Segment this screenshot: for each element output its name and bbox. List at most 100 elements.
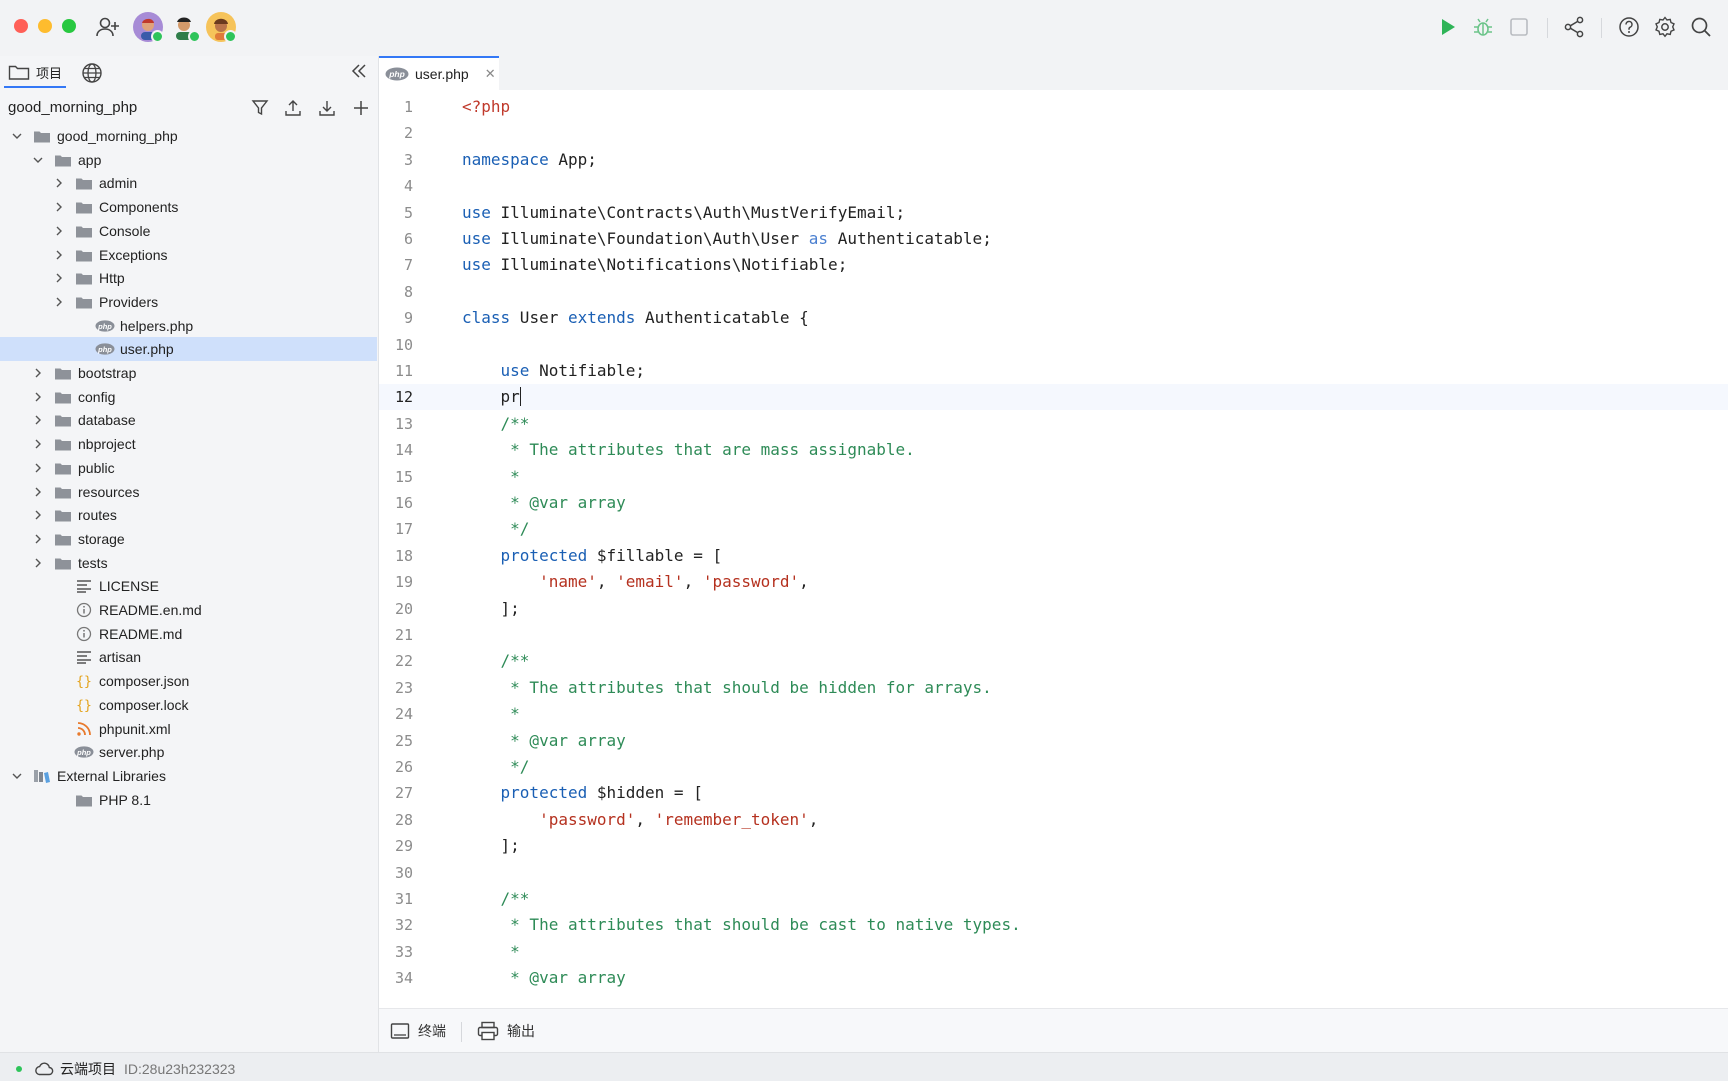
- code-line[interactable]: 19 'name', 'email', 'password',: [379, 569, 1728, 595]
- upload-icon[interactable]: [281, 96, 305, 120]
- close-tab-icon[interactable]: ✕: [485, 66, 496, 82]
- code-line[interactable]: 26 */: [379, 754, 1728, 780]
- code-line[interactable]: 1 <?php: [379, 94, 1728, 120]
- collapse-sidebar-icon[interactable]: [350, 62, 368, 85]
- chevron-right-icon[interactable]: [31, 485, 45, 499]
- tree-item[interactable]: Providers: [0, 290, 377, 314]
- add-user-icon[interactable]: [95, 14, 121, 40]
- tree-item[interactable]: config: [0, 385, 377, 409]
- code-line[interactable]: 18 protected $fillable = [: [379, 543, 1728, 569]
- code-line[interactable]: 28 'password', 'remember_token',: [379, 807, 1728, 833]
- chevron-right-icon[interactable]: [52, 176, 66, 190]
- code-line[interactable]: 8: [379, 279, 1728, 305]
- tree-item[interactable]: Console: [0, 219, 377, 243]
- chevron-right-icon[interactable]: [52, 295, 66, 309]
- tree-item[interactable]: public: [0, 456, 377, 480]
- code-line[interactable]: 23 * The attributes that should be hidde…: [379, 675, 1728, 701]
- code-line[interactable]: 3 namespace App;: [379, 147, 1728, 173]
- close-window-button[interactable]: [14, 19, 28, 33]
- code-line[interactable]: 20 ];: [379, 596, 1728, 622]
- tree-item[interactable]: External Libraries: [0, 764, 377, 788]
- code-line[interactable]: 10: [379, 332, 1728, 358]
- chevron-right-icon[interactable]: [52, 200, 66, 214]
- tree-item[interactable]: LICENSE: [0, 574, 377, 598]
- terminal-button[interactable]: 终端: [390, 1021, 446, 1041]
- chevron-right-icon[interactable]: [31, 461, 45, 475]
- code-line[interactable]: 5 use Illuminate\Contracts\Auth\MustVerif…: [379, 200, 1728, 226]
- tree-item[interactable]: artisan: [0, 645, 377, 669]
- tree-item[interactable]: database: [0, 408, 377, 432]
- code-line[interactable]: 29 ];: [379, 833, 1728, 859]
- code-line[interactable]: 25 * @var array: [379, 728, 1728, 754]
- tree-item[interactable]: README.en.md: [0, 598, 377, 622]
- chevron-down-icon[interactable]: [10, 129, 24, 143]
- help-icon[interactable]: [1616, 14, 1642, 40]
- stop-icon[interactable]: [1506, 14, 1532, 40]
- code-line[interactable]: 2: [379, 120, 1728, 146]
- code-line[interactable]: 34 * @var array: [379, 965, 1728, 991]
- chevron-right-icon[interactable]: [52, 224, 66, 238]
- code-line[interactable]: 16 * @var array: [379, 490, 1728, 516]
- globe-icon[interactable]: [81, 62, 103, 89]
- code-line[interactable]: 27 protected $hidden = [: [379, 780, 1728, 806]
- chevron-right-icon[interactable]: [31, 390, 45, 404]
- minimize-window-button[interactable]: [38, 19, 52, 33]
- collaborator-avatar[interactable]: [206, 12, 237, 43]
- debug-icon[interactable]: [1470, 14, 1496, 40]
- chevron-right-icon[interactable]: [31, 437, 45, 451]
- tree-item[interactable]: Exceptions: [0, 243, 377, 267]
- tab-project[interactable]: 项目: [4, 58, 66, 88]
- tree-item[interactable]: good_morning_php: [0, 124, 377, 148]
- tree-item[interactable]: php server.php: [0, 740, 377, 764]
- code-line[interactable]: 4: [379, 173, 1728, 199]
- code-line[interactable]: 15 *: [379, 464, 1728, 490]
- tree-item[interactable]: app: [0, 148, 377, 172]
- chevron-down-icon[interactable]: [31, 153, 45, 167]
- search-icon[interactable]: [1688, 14, 1714, 40]
- tree-item[interactable]: admin: [0, 171, 377, 195]
- tree-item[interactable]: Components: [0, 195, 377, 219]
- chevron-right-icon[interactable]: [31, 508, 45, 522]
- chevron-right-icon[interactable]: [31, 413, 45, 427]
- code-line[interactable]: 32 * The attributes that should be cast …: [379, 912, 1728, 938]
- download-icon[interactable]: [315, 96, 339, 120]
- tree-item[interactable]: php helpers.php: [0, 314, 377, 338]
- run-icon[interactable]: [1435, 14, 1461, 40]
- add-file-icon[interactable]: [349, 96, 373, 120]
- code-line[interactable]: 7 use Illuminate\Notifications\Notifiable…: [379, 252, 1728, 278]
- chevron-right-icon[interactable]: [31, 532, 45, 546]
- code-line[interactable]: 11 use Notifiable;: [379, 358, 1728, 384]
- code-line[interactable]: 31 /**: [379, 886, 1728, 912]
- tree-item[interactable]: php user.php: [0, 337, 377, 362]
- share-icon[interactable]: [1561, 14, 1587, 40]
- settings-icon[interactable]: [1652, 14, 1678, 40]
- code-line[interactable]: 14 * The attributes that are mass assign…: [379, 437, 1728, 463]
- tree-item[interactable]: README.md: [0, 622, 377, 646]
- tree-item[interactable]: resources: [0, 480, 377, 504]
- code-line[interactable]: 24 *: [379, 701, 1728, 727]
- tab-user-php[interactable]: php user.php ✕: [379, 56, 499, 90]
- code-line[interactable]: 33 *: [379, 939, 1728, 965]
- code-line[interactable]: 17 */: [379, 516, 1728, 542]
- tree-item[interactable]: {} composer.lock: [0, 693, 377, 717]
- tree-item[interactable]: bootstrap: [0, 361, 377, 385]
- tree-item[interactable]: storage: [0, 527, 377, 551]
- tree-item[interactable]: routes: [0, 503, 377, 527]
- zoom-window-button[interactable]: [62, 19, 76, 33]
- chevron-right-icon[interactable]: [31, 556, 45, 570]
- tree-item[interactable]: PHP 8.1: [0, 788, 377, 812]
- tree-item[interactable]: {} composer.json: [0, 669, 377, 693]
- filter-icon[interactable]: [248, 96, 272, 120]
- code-line[interactable]: 30: [379, 860, 1728, 886]
- collaborator-avatar[interactable]: [170, 12, 201, 43]
- code-line[interactable]: 21: [379, 622, 1728, 648]
- collaborator-avatar[interactable]: [133, 12, 164, 43]
- code-editor[interactable]: 1 <?php 2 3 namespace App; 4 5 use Illuminate\C…: [379, 90, 1728, 1008]
- code-line[interactable]: 9 class User extends Authenticatable {: [379, 305, 1728, 331]
- tree-item[interactable]: Http: [0, 266, 377, 290]
- code-line[interactable]: 13 /**: [379, 411, 1728, 437]
- chevron-right-icon[interactable]: [52, 271, 66, 285]
- tree-item[interactable]: nbproject: [0, 432, 377, 456]
- tree-item[interactable]: phpunit.xml: [0, 717, 377, 741]
- code-line[interactable]: 22 /**: [379, 648, 1728, 674]
